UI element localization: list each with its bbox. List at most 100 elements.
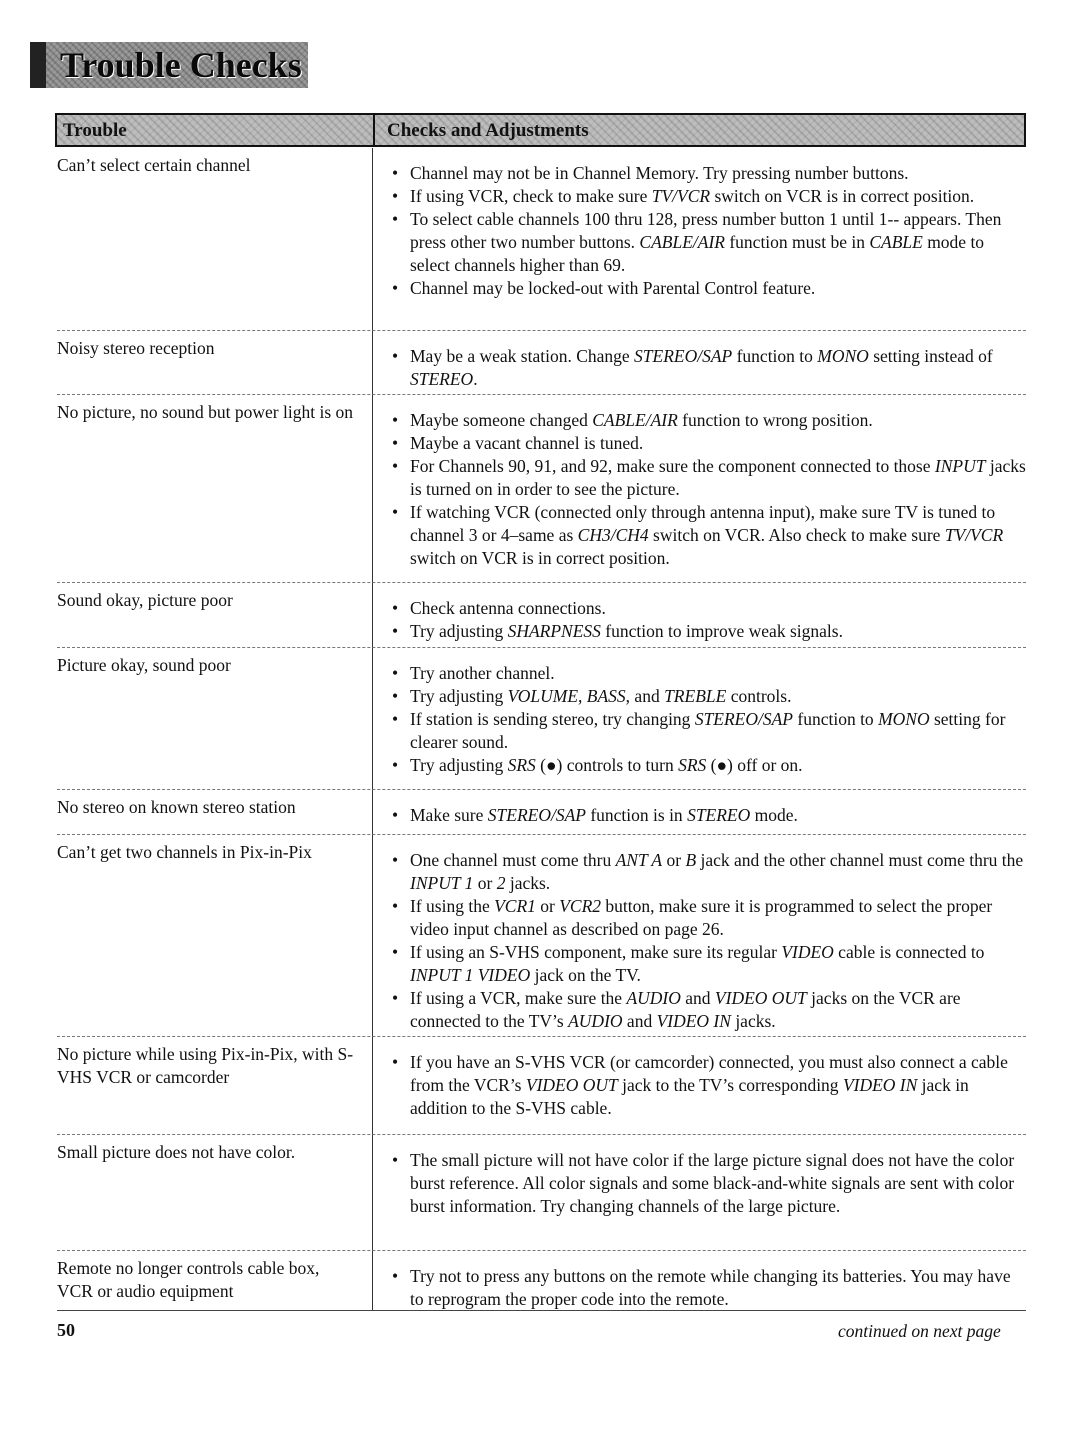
- check-text: Try adjusting SHARPNESS function to impr…: [410, 621, 843, 641]
- check-item: • If station is sending stereo, try chang…: [388, 708, 1026, 754]
- checks-list: • If you have an S-VHS VCR (or camcorder)…: [388, 1051, 1026, 1120]
- table-row: Small picture does not have color. • The s…: [57, 1135, 1026, 1251]
- check-item: • Try adjusting SRS (●) controls to turn …: [388, 754, 1026, 777]
- trouble-description: Small picture does not have color.: [57, 1142, 296, 1162]
- check-text: Try not to press any buttons on the remo…: [410, 1266, 1011, 1309]
- bullet-icon: •: [392, 346, 399, 366]
- check-item: • If using the VCR1 or VCR2 button, make …: [388, 895, 1026, 941]
- check-text: If you have an S-VHS VCR (or camcorder) …: [410, 1052, 1008, 1118]
- bullet-icon: •: [392, 433, 399, 453]
- checks-list: • May be a weak station. Change STEREO/SA…: [388, 345, 1026, 391]
- table-row: No picture, no sound but power light is …: [57, 395, 1026, 583]
- check-item: • If you have an S-VHS VCR (or camcorder)…: [388, 1051, 1026, 1120]
- bullet-icon: •: [392, 410, 399, 430]
- trouble-description: No picture, no sound but power light is …: [57, 402, 354, 422]
- table-row: No picture while using Pix-in-Pix, with …: [57, 1037, 1026, 1135]
- check-item: • For Channels 90, 91, and 92, make sure …: [388, 455, 1026, 501]
- checks-list: • Channel may not be in Channel Memory. T…: [388, 162, 1026, 300]
- check-item: • Try adjusting SHARPNESS function to imp…: [388, 620, 1026, 643]
- bullet-icon: •: [392, 663, 399, 683]
- bullet-icon: •: [392, 456, 399, 476]
- page-number: 50: [57, 1320, 75, 1340]
- check-text: One channel must come thru ANT A or B ja…: [410, 850, 1024, 893]
- bullet-icon: •: [392, 709, 399, 729]
- check-item: • Check antenna connections.: [388, 597, 1026, 620]
- title-banner-accent: [30, 42, 46, 88]
- trouble-description: Can’t select certain channel: [57, 155, 251, 175]
- check-text: Maybe a vacant channel is tuned.: [410, 433, 644, 453]
- trouble-description: Remote no longer controls cable box, VCR…: [57, 1258, 320, 1301]
- continued-note: continued on next page: [838, 1321, 1001, 1341]
- check-item: • The small picture will not have color i…: [388, 1149, 1026, 1218]
- check-item: • Try another channel.: [388, 662, 1026, 685]
- bullet-icon: •: [392, 186, 399, 206]
- bullet-icon: •: [392, 163, 399, 183]
- check-text: Try another channel.: [410, 663, 555, 683]
- bullet-icon: •: [392, 1052, 399, 1072]
- bullet-icon: •: [392, 621, 399, 641]
- bullet-icon: •: [392, 502, 399, 522]
- bullet-icon: •: [392, 896, 399, 916]
- checks-list: • Try not to press any buttons on the rem…: [388, 1265, 1026, 1311]
- checks-list: • Maybe someone changed CABLE/AIR functio…: [388, 409, 1026, 570]
- check-text: If watching VCR (connected only through …: [410, 502, 1004, 568]
- check-text: If using VCR, check to make sure TV/VCR …: [410, 186, 975, 206]
- check-item: • Maybe someone changed CABLE/AIR functio…: [388, 409, 1026, 432]
- check-text: Try adjusting VOLUME, BASS, and TREBLE c…: [410, 686, 792, 706]
- bullet-icon: •: [392, 805, 399, 825]
- table-row: Sound okay, picture poor • Check antenna c…: [57, 583, 1026, 648]
- trouble-description: Can’t get two channels in Pix-in-Pix: [57, 842, 312, 862]
- table-row: Remote no longer controls cable box, VCR…: [57, 1251, 1026, 1310]
- checks-list: • Check antenna connections. • Try adjustin…: [388, 597, 1026, 643]
- check-text: Try adjusting SRS (●) controls to turn S…: [410, 755, 803, 775]
- bullet-icon: •: [392, 988, 399, 1008]
- check-text: If using an S-VHS component, make sure i…: [410, 942, 985, 985]
- check-text: Check antenna connections.: [410, 598, 606, 618]
- check-item: • Channel may not be in Channel Memory. T…: [388, 162, 1026, 185]
- table-bottom-rule: [57, 1310, 1026, 1311]
- check-item: • Make sure STEREO/SAP function is in STE…: [388, 804, 1026, 827]
- trouble-description: No picture while using Pix-in-Pix, with …: [57, 1044, 354, 1087]
- check-text: Channel may not be in Channel Memory. Tr…: [410, 163, 909, 183]
- check-item: • Try not to press any buttons on the rem…: [388, 1265, 1026, 1311]
- check-item: • If using an S-VHS component, make sure …: [388, 941, 1026, 987]
- checks-list: • Try another channel. • Try adjusting VOLU…: [388, 662, 1026, 777]
- check-text: If using the VCR1 or VCR2 button, make s…: [410, 896, 993, 939]
- checks-list: • One channel must come thru ANT A or B j…: [388, 849, 1026, 1033]
- checks-list: • The small picture will not have color i…: [388, 1149, 1026, 1218]
- page-title: Trouble Checks: [60, 45, 302, 85]
- bullet-icon: •: [392, 686, 399, 706]
- table-row: Can’t select certain channel • Channel may…: [57, 148, 1026, 331]
- checks-list: • Make sure STEREO/SAP function is in STE…: [388, 804, 1026, 827]
- check-item: • Try adjusting VOLUME, BASS, and TREBLE …: [388, 685, 1026, 708]
- check-text: May be a weak station. Change STEREO/SAP…: [410, 346, 993, 389]
- header-divider: [373, 115, 375, 145]
- bullet-icon: •: [392, 755, 399, 775]
- check-item: • If using VCR, check to make sure TV/VCR…: [388, 185, 1026, 208]
- bullet-icon: •: [392, 598, 399, 618]
- trouble-description: No stereo on known stereo station: [57, 797, 296, 817]
- bullet-icon: •: [392, 1266, 399, 1286]
- table-row: Can’t get two channels in Pix-in-Pix • One…: [57, 835, 1026, 1037]
- bullet-icon: •: [392, 209, 399, 229]
- column-header-trouble: Trouble: [63, 120, 127, 141]
- bullet-icon: •: [392, 850, 399, 870]
- check-item: • If using a VCR, make sure the AUDIO and…: [388, 987, 1026, 1033]
- bullet-icon: •: [392, 278, 399, 298]
- trouble-description: Noisy stereo reception: [57, 338, 215, 358]
- check-text: The small picture will not have color if…: [410, 1150, 1015, 1216]
- check-item: • Channel may be locked-out with Parental…: [388, 277, 1026, 300]
- table-row: Noisy stereo reception • May be a weak sta…: [57, 331, 1026, 395]
- check-text: Channel may be locked-out with Parental …: [410, 278, 816, 298]
- table-row: Picture okay, sound poor • Try another cha…: [57, 648, 1026, 790]
- check-item: • One channel must come thru ANT A or B j…: [388, 849, 1026, 895]
- check-text: For Channels 90, 91, and 92, make sure t…: [410, 456, 1026, 499]
- check-text: Maybe someone changed CABLE/AIR function…: [410, 410, 873, 430]
- check-text: Make sure STEREO/SAP function is in STER…: [410, 805, 798, 825]
- check-item: • Maybe a vacant channel is tuned.: [388, 432, 1026, 455]
- check-text: To select cable channels 100 thru 128, p…: [410, 209, 1002, 275]
- check-text: If station is sending stereo, try changi…: [410, 709, 1006, 752]
- column-header-checks: Checks and Adjustments: [387, 120, 589, 141]
- trouble-description: Sound okay, picture poor: [57, 590, 233, 610]
- bullet-icon: •: [392, 1150, 399, 1170]
